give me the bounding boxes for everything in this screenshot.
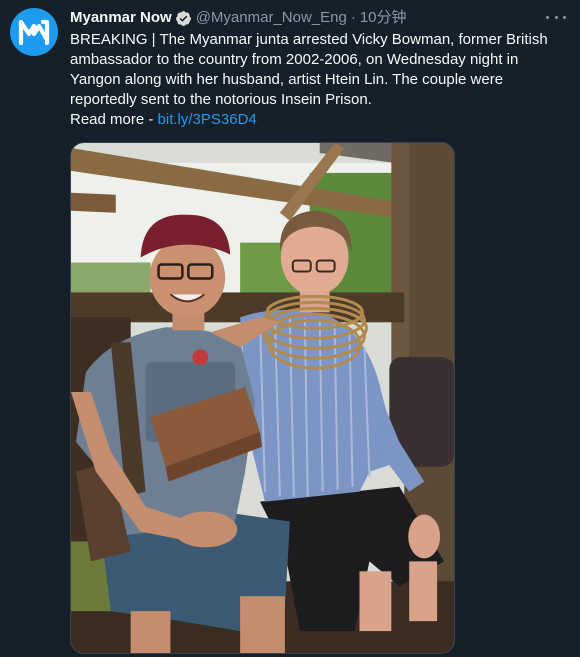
photo-couple-in-hut xyxy=(71,143,454,653)
tweet-header: Myanmar Now @Myanmar_Now_Eng · 10分钟 xyxy=(70,8,407,28)
read-more-label: Read more - xyxy=(70,111,154,128)
more-dot xyxy=(546,15,549,19)
avatar[interactable] xyxy=(10,8,58,56)
read-more-line: Read more - bit.ly/3PS36D4 xyxy=(70,110,560,130)
verified-badge-icon xyxy=(175,10,191,26)
more-options-icon[interactable] xyxy=(546,10,566,24)
display-name[interactable]: Myanmar Now xyxy=(70,8,172,28)
tweet[interactable]: Myanmar Now @Myanmar_Now_Eng · 10分钟 BREA… xyxy=(0,0,580,657)
myanmar-now-logo-icon xyxy=(18,19,50,46)
tweet-body: BREAKING | The Myanmar junta arrested Vi… xyxy=(70,31,548,108)
timestamp[interactable]: 10分钟 xyxy=(360,8,407,28)
tweet-text: BREAKING | The Myanmar junta arrested Vi… xyxy=(70,30,560,130)
more-dot xyxy=(563,15,566,19)
handle[interactable]: @Myanmar_Now_Eng xyxy=(196,8,347,28)
tweet-photo[interactable] xyxy=(70,142,455,654)
separator-dot: · xyxy=(350,9,356,26)
tweet-link[interactable]: bit.ly/3PS36D4 xyxy=(158,111,257,128)
more-dot xyxy=(554,15,558,19)
